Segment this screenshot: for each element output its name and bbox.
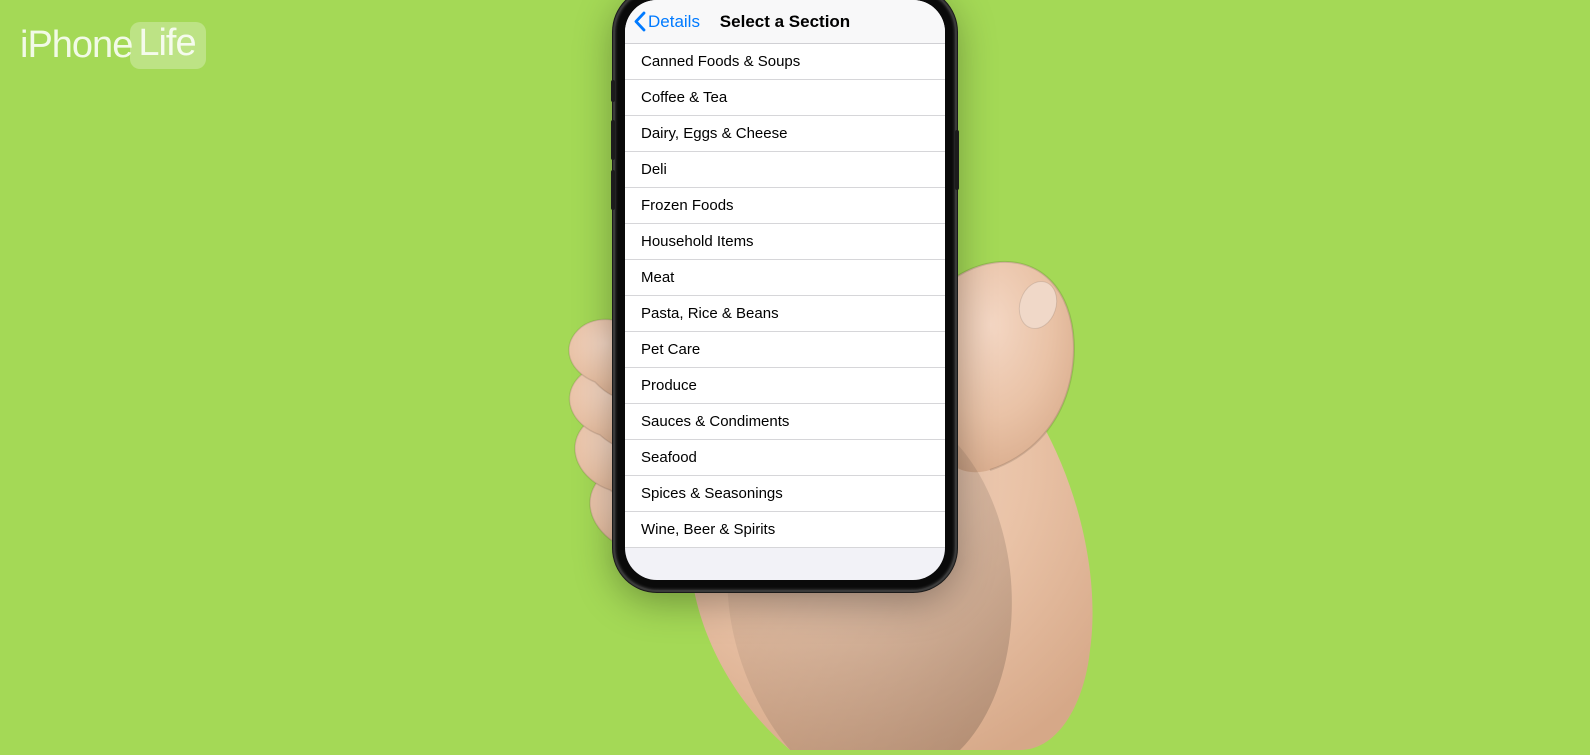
list-item[interactable]: Sauces & Condiments <box>625 404 945 440</box>
list-item[interactable]: Pasta, Rice & Beans <box>625 296 945 332</box>
list-item-label: Pet Care <box>641 341 700 358</box>
volume-up-button <box>611 120 615 160</box>
list-item-label: Sauces & Condiments <box>641 413 789 430</box>
list-item[interactable]: Household Items <box>625 224 945 260</box>
list-item-label: Canned Foods & Soups <box>641 53 800 70</box>
back-label: Details <box>648 12 700 32</box>
list-item[interactable]: Pet Care <box>625 332 945 368</box>
watermark-right: Life <box>130 22 205 69</box>
list-item[interactable]: Wine, Beer & Spirits <box>625 512 945 548</box>
list-item[interactable]: Produce <box>625 368 945 404</box>
list-item-label: Seafood <box>641 449 697 466</box>
list-item-label: Frozen Foods <box>641 197 734 214</box>
list-item-label: Produce <box>641 377 697 394</box>
list-item[interactable]: Deli <box>625 152 945 188</box>
iphonelife-watermark: iPhoneLife <box>20 22 206 69</box>
list-item[interactable]: Frozen Foods <box>625 188 945 224</box>
back-button[interactable]: Details <box>633 11 700 32</box>
power-button <box>955 130 959 190</box>
list-item[interactable]: Canned Foods & Soups <box>625 44 945 80</box>
list-item-label: Deli <box>641 161 667 178</box>
list-item[interactable]: Seafood <box>625 440 945 476</box>
list-item-label: Dairy, Eggs & Cheese <box>641 125 787 142</box>
list-item-label: Spices & Seasonings <box>641 485 783 502</box>
list-item-label: Pasta, Rice & Beans <box>641 305 779 322</box>
phone-screen: Details Select a Section Canned Foods & … <box>625 0 945 580</box>
list-item[interactable]: Dairy, Eggs & Cheese <box>625 116 945 152</box>
volume-down-button <box>611 170 615 210</box>
list-item-label: Meat <box>641 269 674 286</box>
list-item[interactable]: Coffee & Tea <box>625 80 945 116</box>
section-list[interactable]: Canned Foods & Soups Coffee & Tea Dairy,… <box>625 44 945 548</box>
list-item[interactable]: Spices & Seasonings <box>625 476 945 512</box>
chevron-left-icon <box>633 11 646 32</box>
phone-frame: Details Select a Section Canned Foods & … <box>615 0 955 590</box>
list-item-label: Wine, Beer & Spirits <box>641 521 775 538</box>
list-item[interactable]: Meat <box>625 260 945 296</box>
watermark-left: iPhone <box>20 24 132 67</box>
list-item-label: Coffee & Tea <box>641 89 727 106</box>
mute-switch <box>611 80 615 102</box>
list-item-label: Household Items <box>641 233 754 250</box>
nav-bar: Details Select a Section <box>625 0 945 44</box>
